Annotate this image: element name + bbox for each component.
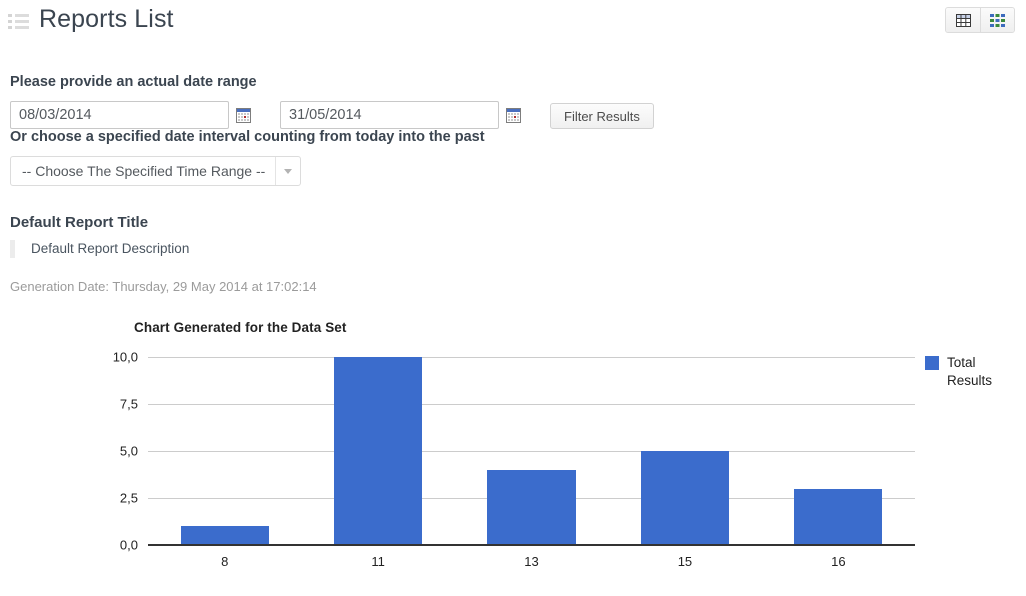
page-content: Please provide an actual date range Filt… <box>0 74 1026 569</box>
page-title-group: Reports List <box>0 4 1026 34</box>
view-toggle-group[interactable] <box>945 7 1015 33</box>
start-date-input[interactable] <box>10 101 229 129</box>
y-axis-tick-label: 0,0 <box>119 537 138 553</box>
chart-container: Chart Generated for the Data Set 10,0 7,5… <box>10 312 1016 569</box>
legend-swatch-total-results <box>925 356 939 370</box>
time-range-selected-value: -- Choose The Specified Time Range -- <box>22 163 266 179</box>
chart-bar-slot: 11 <box>301 357 454 569</box>
y-axis-tick-label: 2,5 <box>119 490 138 506</box>
calendar-icon-end[interactable] <box>506 107 521 123</box>
chart-bar-slot: 13 <box>455 357 608 569</box>
x-axis-tick-label: 15 <box>677 554 693 569</box>
chart-title: Chart Generated for the Data Set <box>134 320 347 335</box>
chart-bar[interactable] <box>794 488 883 545</box>
chart-bar[interactable] <box>640 451 730 545</box>
y-axis-tick-label: 10,0 <box>112 349 138 365</box>
chart-bar[interactable] <box>487 469 576 545</box>
legend-label-line1: Total <box>947 355 976 370</box>
grid-view-button[interactable] <box>980 8 1014 32</box>
table-view-button[interactable] <box>946 8 980 32</box>
table-icon <box>955 13 971 27</box>
end-date-input[interactable] <box>280 101 499 129</box>
chart-bar-slot: 15 <box>608 357 761 569</box>
chart-bar-slot: 16 <box>762 357 915 569</box>
filter-results-button[interactable]: Filter Results <box>550 103 654 129</box>
time-range-select[interactable]: -- Choose The Specified Time Range -- <box>10 156 302 186</box>
y-axis-tick-label: 5,0 <box>119 443 138 459</box>
report-title: Default Report Title <box>10 214 149 231</box>
y-axis-tick-label: 7,5 <box>119 396 138 412</box>
chart-bar[interactable] <box>180 526 269 545</box>
x-axis-tick-label: 11 <box>371 554 385 569</box>
calendar-icon-start[interactable] <box>236 107 251 123</box>
page-title: Reports List <box>39 5 174 33</box>
x-axis-tick-label: 8 <box>221 554 229 569</box>
chart-bar[interactable] <box>334 357 423 545</box>
x-axis-tick-label: 13 <box>524 554 539 569</box>
grid-icon <box>990 13 1005 27</box>
legend-label-line2: Results <box>947 373 993 388</box>
list-icon <box>8 13 30 30</box>
chart-plot-area: 10,0 7,5 5,0 2,5 0,0 8 11 13 15 16 <box>113 350 915 569</box>
date-range-label: Please provide an actual date range <box>10 74 257 90</box>
legend-label-total-results: Total Results <box>947 354 992 390</box>
chevron-down-icon[interactable] <box>275 157 300 185</box>
chart-bar-slot: 8 <box>148 357 301 569</box>
report-description: Default Report Description <box>10 240 1016 258</box>
chart-legend: Total Results <box>925 354 992 390</box>
generation-date: Generation Date: Thursday, 29 May 2014 a… <box>10 279 317 294</box>
chart-bars: 8 11 13 15 16 <box>148 357 915 569</box>
interval-label: Or choose a specified date interval coun… <box>10 129 485 145</box>
x-axis-tick-label: 16 <box>831 554 846 569</box>
date-range-row: Filter Results <box>10 101 1016 129</box>
chart-x-axis-line <box>148 544 915 546</box>
page-header: Reports List <box>0 0 1026 42</box>
